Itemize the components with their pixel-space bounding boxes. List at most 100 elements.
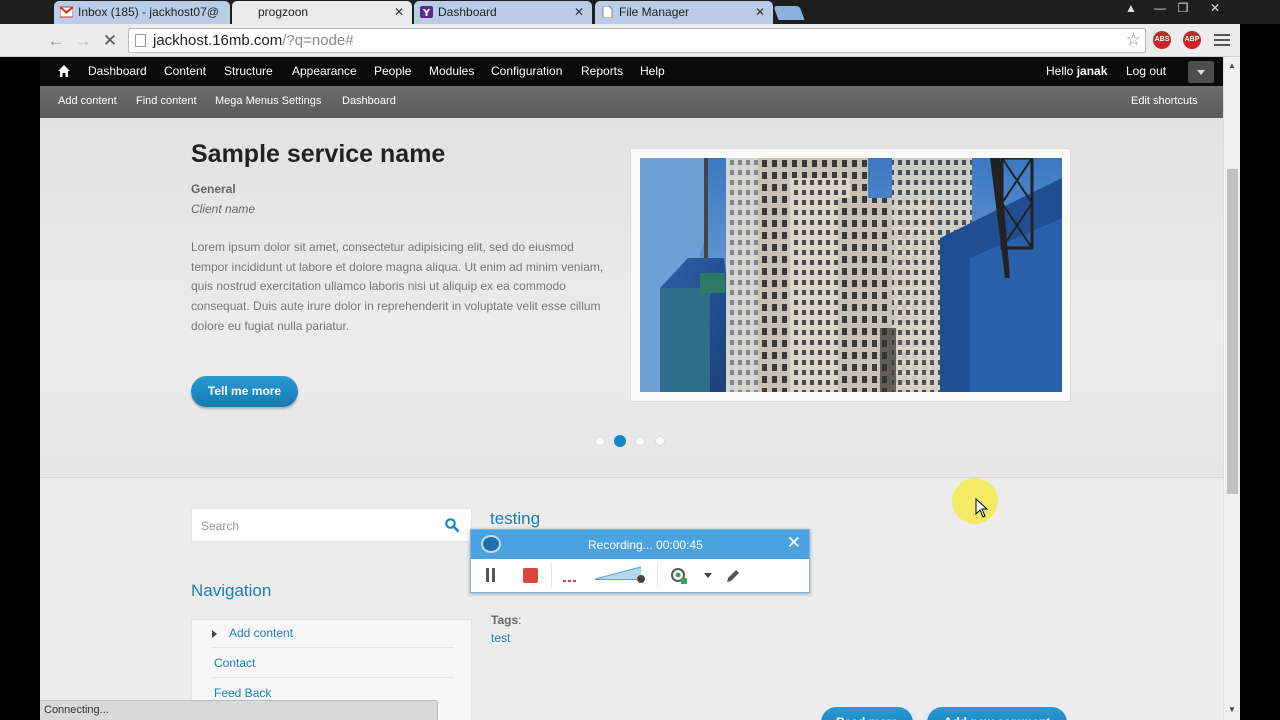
menu-icon[interactable] — [1214, 31, 1230, 49]
scroll-up-icon[interactable]: ▲ — [1228, 61, 1236, 70]
nav-item-contact[interactable]: Contact — [214, 656, 255, 670]
tags-label: Tags: — [491, 613, 522, 627]
stop-icon[interactable] — [523, 568, 538, 583]
admin-menu-people[interactable]: People — [374, 64, 411, 78]
caret-right-icon — [212, 630, 217, 638]
logout-link[interactable]: Log out — [1126, 64, 1166, 78]
tab-progzoon[interactable]: progzoon ✕ — [232, 1, 412, 24]
close-window-button[interactable]: ✕ — [1198, 0, 1232, 18]
home-icon[interactable] — [58, 65, 70, 77]
shortcut-mega-menus-settings[interactable]: Mega Menus Settings — [215, 95, 321, 107]
tab-dashboard-label: Dashboard — [438, 5, 497, 19]
gmail-icon — [60, 6, 73, 18]
search-placeholder: Search — [201, 519, 240, 533]
admin-menu-modules[interactable]: Modules — [429, 64, 474, 78]
browser-tabstrip: Inbox (185) - jackhost07@ progzoon ✕ Y D… — [0, 0, 1280, 24]
chevron-down-icon[interactable] — [1188, 61, 1214, 83]
close-icon[interactable]: ✕ — [787, 533, 801, 553]
pause-icon[interactable] — [486, 568, 489, 582]
shortcut-add-content[interactable]: Add content — [58, 95, 117, 107]
stop-loading-icon[interactable]: ✕ — [99, 30, 121, 52]
divider — [551, 563, 552, 588]
slider-dot-active[interactable] — [614, 435, 626, 447]
tag-link[interactable]: test — [491, 631, 510, 645]
divider — [657, 563, 658, 588]
url-text: jackhost.16mb.com/?q=node# — [153, 32, 354, 49]
tell-me-more-button[interactable]: Tell me more — [191, 376, 298, 407]
admin-menu-content[interactable]: Content — [164, 64, 206, 78]
admin-menu-help[interactable]: Help — [640, 64, 665, 78]
user-greeting: Hello janak — [1046, 64, 1108, 78]
edit-shortcuts-link[interactable]: Edit shortcuts — [1131, 95, 1198, 107]
nav-item-add-content[interactable]: Add content — [229, 626, 293, 640]
admin-toolbar: Dashboard Content Structure Appearance P… — [40, 57, 1223, 86]
back-arrow-icon[interactable]: ← — [45, 30, 67, 52]
tab-close-icon[interactable]: ✕ — [574, 1, 584, 23]
recorder-logo-icon — [481, 535, 501, 553]
scroll-down-icon[interactable]: ▼ — [1228, 705, 1236, 714]
recording-status: Recording... 00:00:45 — [588, 538, 703, 552]
adblock-plus-icon[interactable]: ABP — [1183, 31, 1201, 49]
city-buildings-image — [640, 158, 1062, 392]
user-icon[interactable]: ▲ — [1117, 0, 1145, 18]
divider — [212, 677, 454, 678]
content-area: Search Navigation Add content Contact Fe… — [40, 479, 1223, 720]
admin-menu-appearance[interactable]: Appearance — [292, 64, 357, 78]
status-bar: Connecting... — [40, 700, 438, 720]
page-icon — [135, 34, 146, 47]
webcam-icon[interactable] — [671, 568, 687, 584]
navigation-heading: Navigation — [191, 581, 272, 600]
bookmark-star-icon[interactable]: ☆ — [1126, 30, 1141, 50]
divider — [212, 647, 454, 648]
abs-extension-icon[interactable]: ABS — [1153, 31, 1171, 49]
search-icon[interactable] — [445, 518, 459, 532]
admin-menu-structure[interactable]: Structure — [224, 64, 273, 78]
slider-dot[interactable] — [635, 436, 645, 446]
tab-dashboard[interactable]: Y Dashboard ✕ — [414, 1, 592, 24]
shortcut-bar: Add content Find content Mega Menus Sett… — [40, 86, 1223, 118]
service-category: General — [191, 182, 236, 196]
vertical-scrollbar[interactable]: ▲ ▼ — [1223, 57, 1240, 720]
screen-recorder-panel: Recording... 00:00:45 ✕ — [470, 529, 810, 593]
chevron-down-icon[interactable] — [704, 573, 712, 579]
scroll-thumb[interactable] — [1227, 169, 1238, 494]
forward-arrow-icon[interactable]: → — [72, 30, 94, 52]
read-more-button[interactable]: Read more — [821, 707, 913, 720]
microphone-level-icon[interactable] — [563, 572, 577, 584]
slider-dot[interactable] — [595, 436, 605, 446]
hero-slider: Sample service name General Client name … — [40, 118, 1223, 478]
page-icon — [602, 6, 613, 18]
add-new-comment-button[interactable]: Add new comment — [927, 707, 1067, 720]
yahoo-icon: Y — [420, 6, 433, 18]
client-name: Client name — [191, 202, 256, 216]
mouse-pointer-icon — [975, 498, 989, 518]
service-image — [630, 148, 1071, 402]
volume-slider-icon[interactable] — [595, 565, 647, 585]
slider-dot[interactable] — [655, 436, 665, 446]
tab-close-icon[interactable]: ✕ — [394, 1, 404, 23]
pause-icon[interactable] — [492, 568, 495, 582]
admin-menu-reports[interactable]: Reports — [581, 64, 623, 78]
shortcut-dashboard[interactable]: Dashboard — [342, 95, 396, 107]
nav-item-feed-back[interactable]: Feed Back — [214, 686, 271, 700]
tab-close-icon[interactable]: ✕ — [755, 1, 765, 23]
shortcut-find-content[interactable]: Find content — [136, 95, 197, 107]
tab-gmail[interactable]: Inbox (185) - jackhost07@ — [54, 1, 230, 24]
admin-menu-dashboard[interactable]: Dashboard — [88, 64, 147, 78]
tab-gmail-label: Inbox (185) - jackhost07@ — [78, 5, 219, 19]
recorder-header: Recording... 00:00:45 ✕ — [471, 530, 809, 559]
address-bar[interactable]: jackhost.16mb.com/?q=node# ☆ — [128, 28, 1146, 53]
service-description: Lorem ipsum dolor sit amet, consectetur … — [191, 240, 604, 333]
search-input[interactable]: Search — [191, 508, 472, 542]
browser-toolbar: ← → ✕ jackhost.16mb.com/?q=node# ☆ ABS A… — [0, 24, 1240, 57]
tab-file-manager[interactable]: File Manager ✕ — [595, 1, 773, 24]
service-title: Sample service name — [191, 140, 446, 168]
article-title[interactable]: testing — [490, 509, 540, 529]
maximize-button[interactable]: ❐ — [1169, 0, 1197, 18]
new-tab-button[interactable] — [773, 6, 805, 20]
pencil-icon[interactable] — [725, 568, 741, 584]
webpage: Dashboard Content Structure Appearance P… — [40, 57, 1223, 720]
tab-file-manager-label: File Manager — [619, 5, 690, 19]
admin-menu-configuration[interactable]: Configuration — [491, 64, 562, 78]
tab-progzoon-label: progzoon — [258, 5, 309, 19]
